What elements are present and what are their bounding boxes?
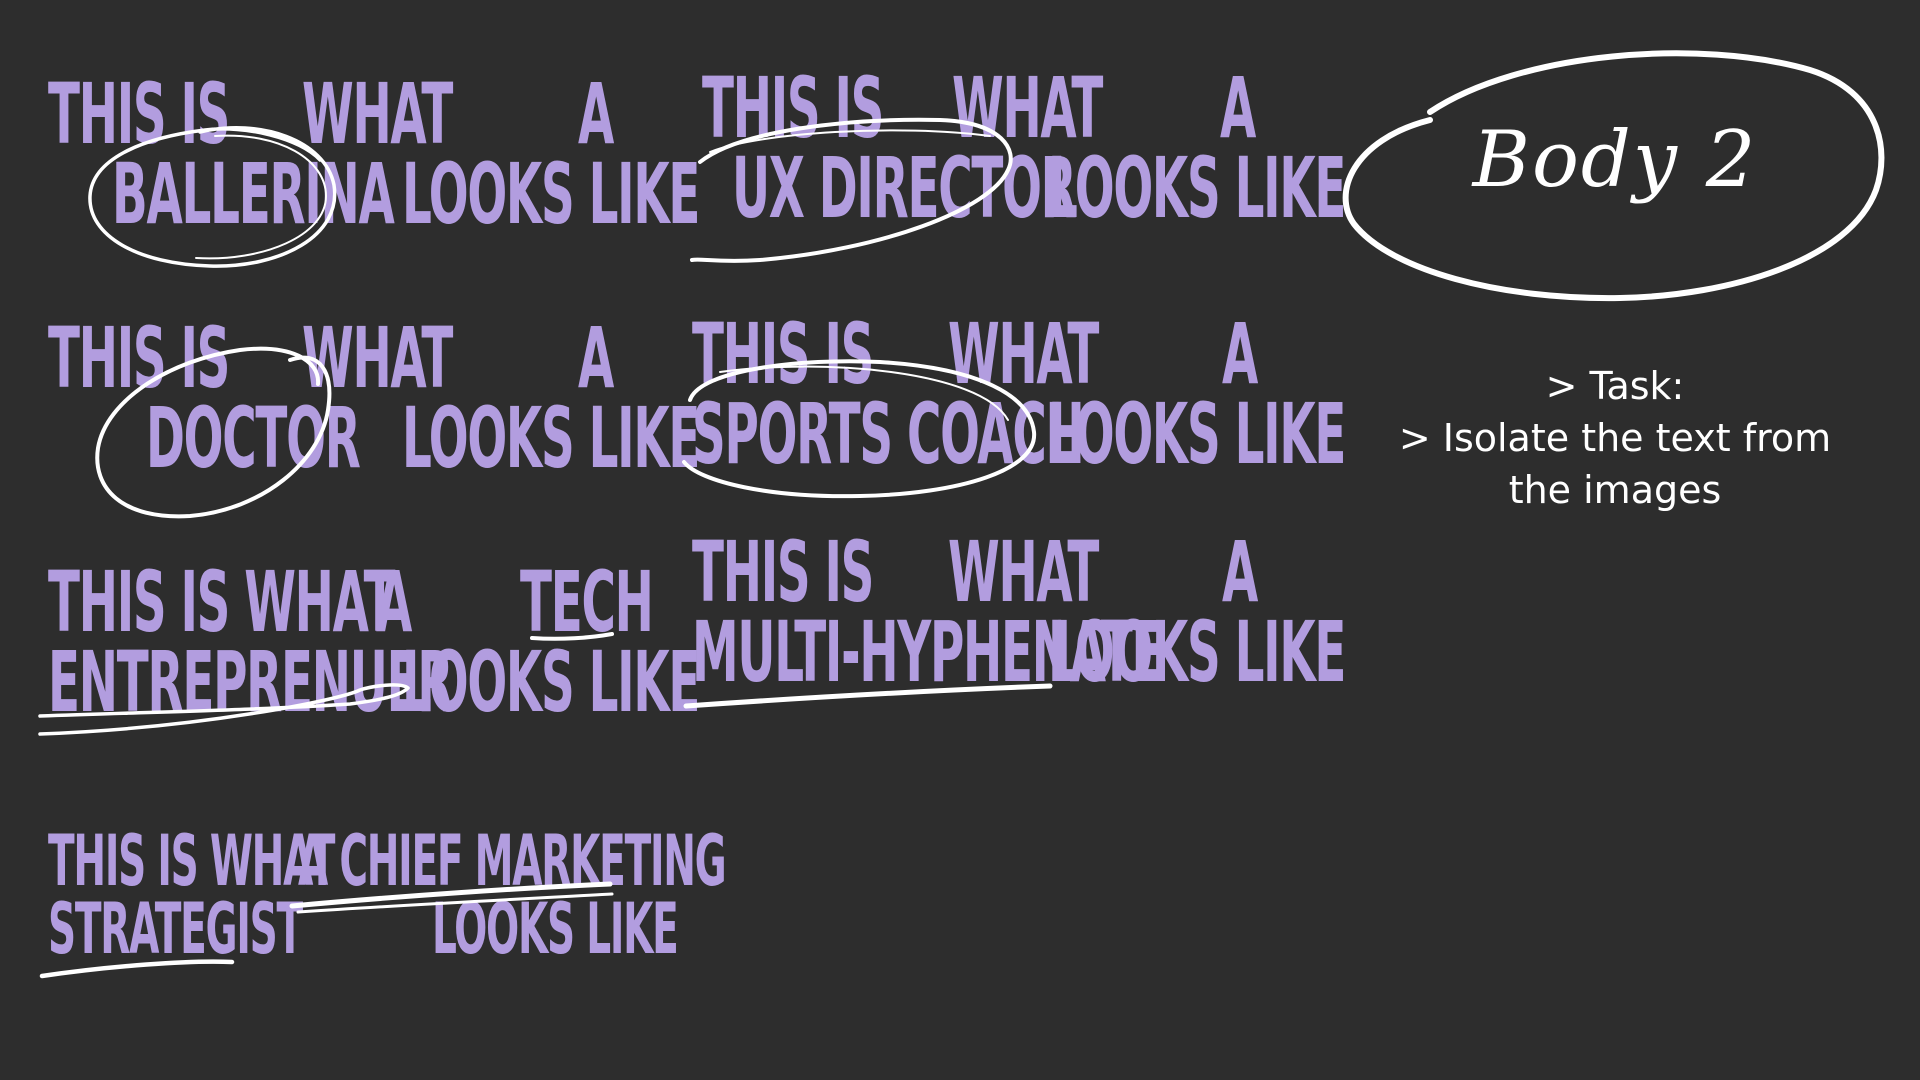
- task-line-3: the images: [1508, 468, 1722, 512]
- task-line-1: > Task:: [1545, 364, 1685, 408]
- poster-line1-this-is-what: THIS IS WHAT: [48, 820, 335, 902]
- task-line-2: > Isolate the text from: [1398, 416, 1832, 460]
- task-description: > Task: > Isolate the text from the imag…: [1330, 360, 1900, 516]
- body-label-title: Body 2: [1472, 115, 1758, 205]
- poster-line2-profession: STRATEGIST: [48, 888, 303, 970]
- poster-line2-looks-like: LOOKS LIKE: [432, 888, 679, 970]
- poster-line1-a-chief-marketing: A CHIEF MARKETING: [298, 820, 727, 902]
